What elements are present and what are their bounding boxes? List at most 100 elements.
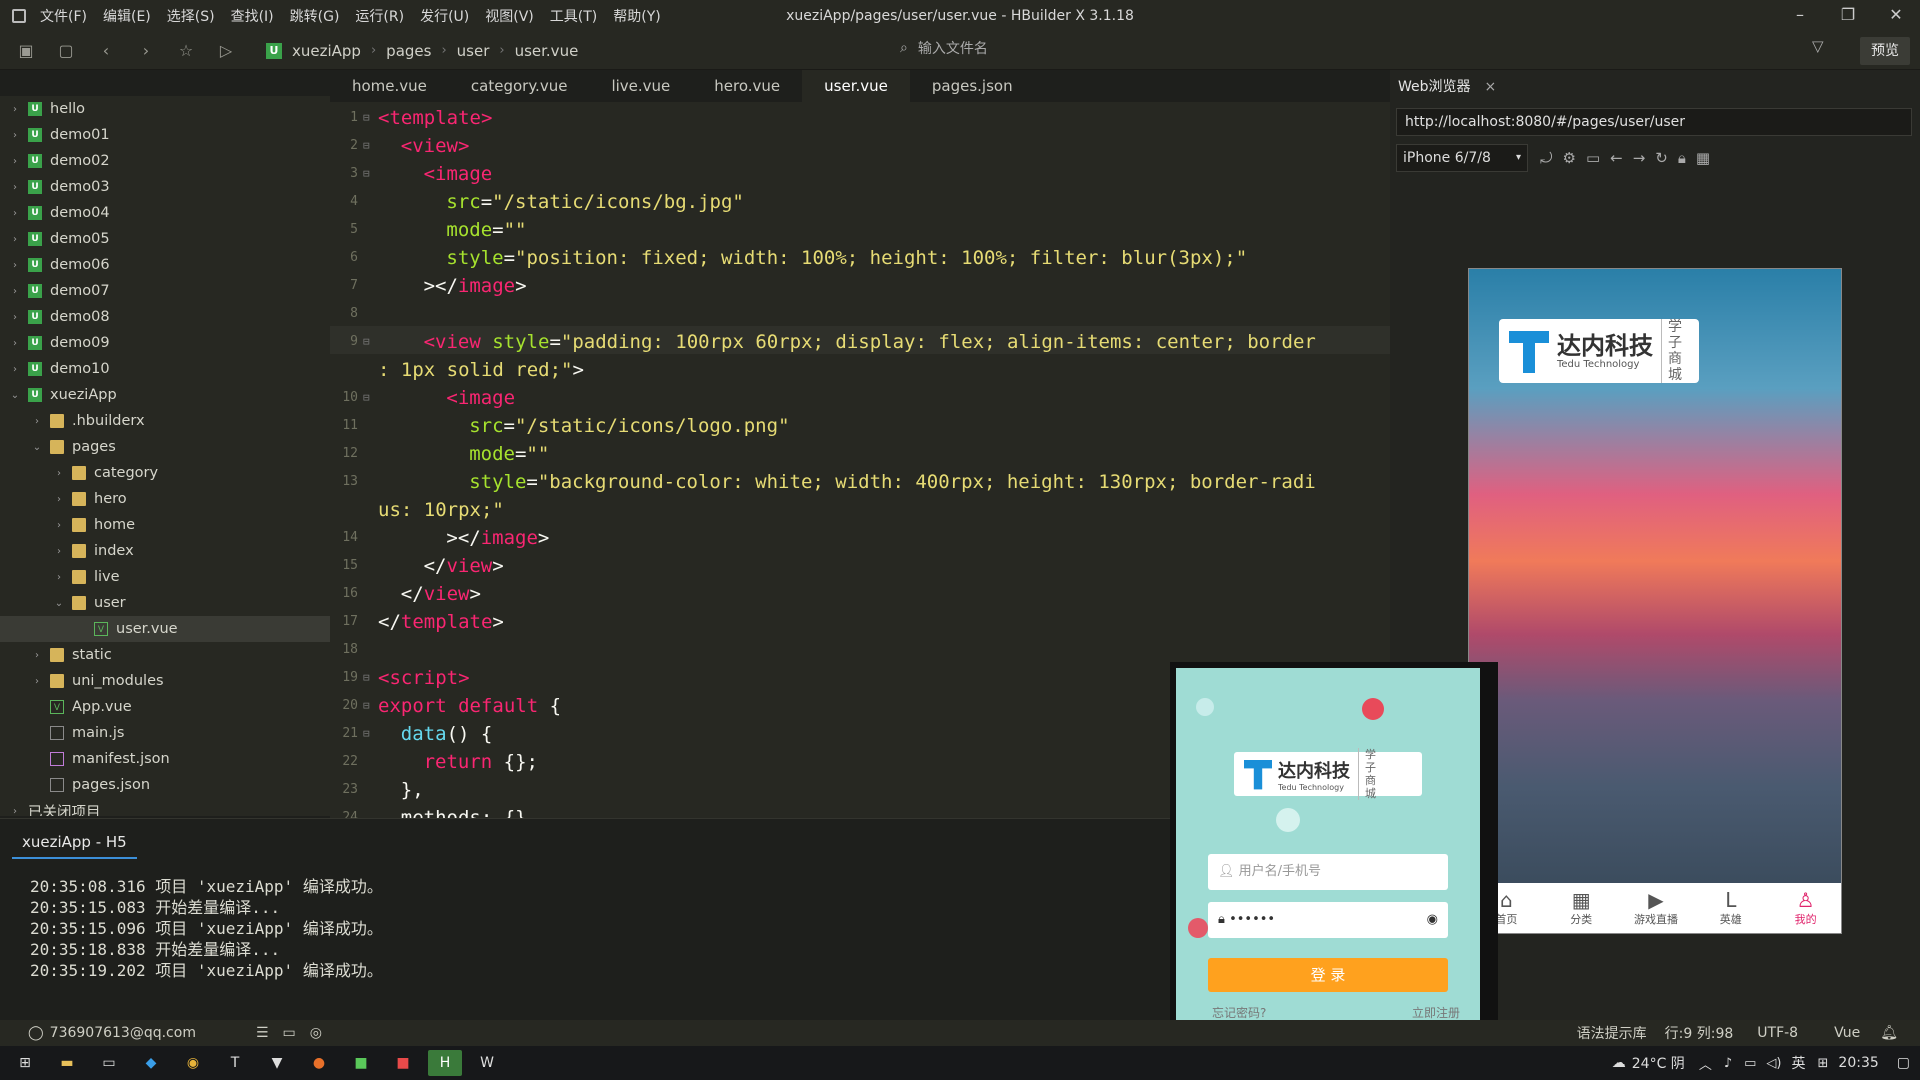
tree-item[interactable]: › Udemo03 (0, 174, 330, 200)
hbuilder-icon[interactable]: H (428, 1050, 462, 1076)
tree-item[interactable]: › hero (0, 486, 330, 512)
tree-item[interactable]: ⌄ user (0, 590, 330, 616)
file-explorer-icon[interactable]: ▬ (50, 1050, 84, 1076)
syntax-hint[interactable]: 语法提示库 (1577, 1023, 1647, 1043)
menu-item[interactable]: 帮助(Y) (613, 6, 660, 26)
editor-tab[interactable]: live.vue (589, 70, 692, 102)
tree-item[interactable]: › home (0, 512, 330, 538)
minimize-button[interactable]: – (1776, 0, 1824, 32)
tree-item[interactable]: ⌄ pages (0, 434, 330, 460)
tree-item[interactable]: main.js (0, 720, 330, 746)
encoding[interactable]: UTF-8 (1757, 1025, 1798, 1041)
fold-toggle-icon[interactable]: ⊟ (363, 692, 370, 720)
app-tab-item[interactable]: ♙ 我的 (1768, 883, 1841, 933)
preview-button[interactable]: 预览 (1860, 37, 1910, 65)
menu-item[interactable]: 视图(V) (485, 6, 534, 26)
globe-icon[interactable]: ◎ (310, 1025, 322, 1041)
lock-icon[interactable]: 🔒︎ (1678, 144, 1686, 172)
typora-icon[interactable]: T (218, 1050, 252, 1076)
weather-icon[interactable]: ☁ (1612, 1055, 1626, 1071)
devtools-icon[interactable]: ▭ (1586, 144, 1600, 172)
network-icon[interactable]: ▭ (1744, 1056, 1756, 1071)
close-tab-icon[interactable]: × (1485, 79, 1497, 95)
editor-tab[interactable]: hero.vue (692, 70, 802, 102)
list-icon[interactable]: ☰ (256, 1025, 269, 1041)
tree-item[interactable]: manifest.json (0, 746, 330, 772)
tree-item[interactable]: › Udemo08 (0, 304, 330, 330)
terminal-icon[interactable]: ▭ (283, 1025, 296, 1041)
tree-item[interactable]: › Udemo06 (0, 252, 330, 278)
new-file-icon[interactable]: ▣ (12, 37, 40, 65)
tree-item[interactable]: V App.vue (0, 694, 330, 720)
bookmark-icon[interactable]: ☆ (172, 37, 200, 65)
firefox-icon[interactable]: ● (302, 1050, 336, 1076)
menu-item[interactable]: 发行(U) (420, 6, 469, 26)
tree-item[interactable]: › Uhello (0, 96, 330, 122)
volume-icon[interactable]: ◁) (1766, 1056, 1781, 1071)
menu-item[interactable]: 选择(S) (167, 6, 215, 26)
filter-icon[interactable]: ▽ (1812, 37, 1824, 55)
menu-item[interactable]: 运行(R) (355, 6, 404, 26)
file-search-input[interactable]: 输入文件名 (918, 38, 988, 58)
fold-toggle-icon[interactable]: ⊟ (363, 384, 370, 412)
tree-item[interactable]: › static (0, 642, 330, 668)
qr-code-icon[interactable]: ▦ (1696, 144, 1710, 172)
console-tab[interactable]: xueziApp - H5 (12, 827, 137, 859)
fold-toggle-icon[interactable]: ⊟ (363, 104, 370, 132)
tree-item[interactable]: › Udemo05 (0, 226, 330, 252)
url-input[interactable]: http://localhost:8080/#/pages/user/user (1396, 108, 1912, 136)
rotate-icon[interactable]: ⤾ (1540, 144, 1553, 172)
editor-tab[interactable]: user.vue (802, 70, 910, 102)
chrome-icon[interactable]: ◉ (176, 1050, 210, 1076)
tree-item[interactable]: › Udemo04 (0, 200, 330, 226)
device-select[interactable]: iPhone 6/7/8 ▾ (1396, 144, 1528, 172)
cursor-position[interactable]: 行:9 列:98 (1665, 1023, 1734, 1043)
refresh-icon[interactable]: ↻ (1655, 144, 1668, 172)
app-tab-item[interactable]: L 英雄 (1693, 883, 1768, 933)
login-button[interactable]: 登 录 (1208, 958, 1448, 992)
green-app-icon[interactable]: ■ (344, 1050, 378, 1076)
username-input[interactable]: 👤︎ 用户名/手机号 (1208, 854, 1448, 890)
tree-item[interactable]: › Udemo01 (0, 122, 330, 148)
save-icon[interactable]: ▢ (52, 37, 80, 65)
app-tab-item[interactable]: ▦ 分类 (1544, 883, 1619, 933)
breadcrumb-item[interactable]: user (457, 42, 490, 60)
tree-item[interactable]: Vuser.vue (0, 616, 330, 642)
tray-chevron-icon[interactable]: ︿ (1699, 1054, 1712, 1073)
forward-icon[interactable]: › (132, 37, 160, 65)
editor-tab[interactable]: category.vue (449, 70, 590, 102)
tree-item[interactable]: pages.json (0, 772, 330, 798)
clock[interactable]: 20:35 (1838, 1055, 1878, 1071)
fold-toggle-icon[interactable]: ⊟ (363, 160, 370, 188)
account-label[interactable]: 736907613@qq.com (50, 1025, 196, 1041)
fold-toggle-icon[interactable]: ⊟ (363, 328, 370, 356)
close-window-button[interactable]: ✕ (1872, 0, 1920, 32)
file-search[interactable]: ⌕ 输入文件名 (900, 38, 988, 58)
menu-item[interactable]: 工具(T) (550, 6, 597, 26)
register-link[interactable]: 立即注册 (1412, 1004, 1460, 1021)
settings-icon[interactable]: ⚙ (1563, 144, 1576, 172)
language-mode[interactable]: Vue (1834, 1025, 1860, 1041)
mic-icon[interactable]: ♪ (1724, 1056, 1732, 1071)
windows-start-icon[interactable]: ⊞ (8, 1050, 42, 1076)
menu-item[interactable]: 编辑(E) (103, 6, 151, 26)
tree-item[interactable]: › Udemo10 (0, 356, 330, 382)
fold-toggle-icon[interactable]: ⊟ (363, 664, 370, 692)
breadcrumb-item[interactable]: user.vue (515, 42, 579, 60)
tree-item[interactable]: › 已关闭项目 (0, 798, 330, 817)
forward-arrow-icon[interactable]: → (1633, 144, 1646, 172)
run-icon[interactable]: ▷ (212, 37, 240, 65)
breadcrumb-item[interactable]: xueziApp (292, 42, 361, 60)
editor-tab[interactable]: pages.json (910, 70, 1035, 102)
tree-item[interactable]: › Udemo09 (0, 330, 330, 356)
red-app-icon[interactable]: ■ (386, 1050, 420, 1076)
password-input[interactable]: 🔒︎ •••••• ◉ (1208, 902, 1448, 938)
notification-icon[interactable]: ▢ (1897, 1055, 1910, 1071)
bookmark-app-icon[interactable]: ▼ (260, 1050, 294, 1076)
hide-password-icon[interactable]: ◉ (1427, 902, 1438, 938)
bell-icon[interactable]: 🔔︎ (1880, 1025, 1898, 1041)
browser-tab[interactable]: Web浏览器 × (1398, 76, 1496, 96)
back-arrow-icon[interactable]: ← (1610, 144, 1623, 172)
back-icon[interactable]: ‹ (92, 37, 120, 65)
fold-toggle-icon[interactable]: ⊟ (363, 720, 370, 748)
